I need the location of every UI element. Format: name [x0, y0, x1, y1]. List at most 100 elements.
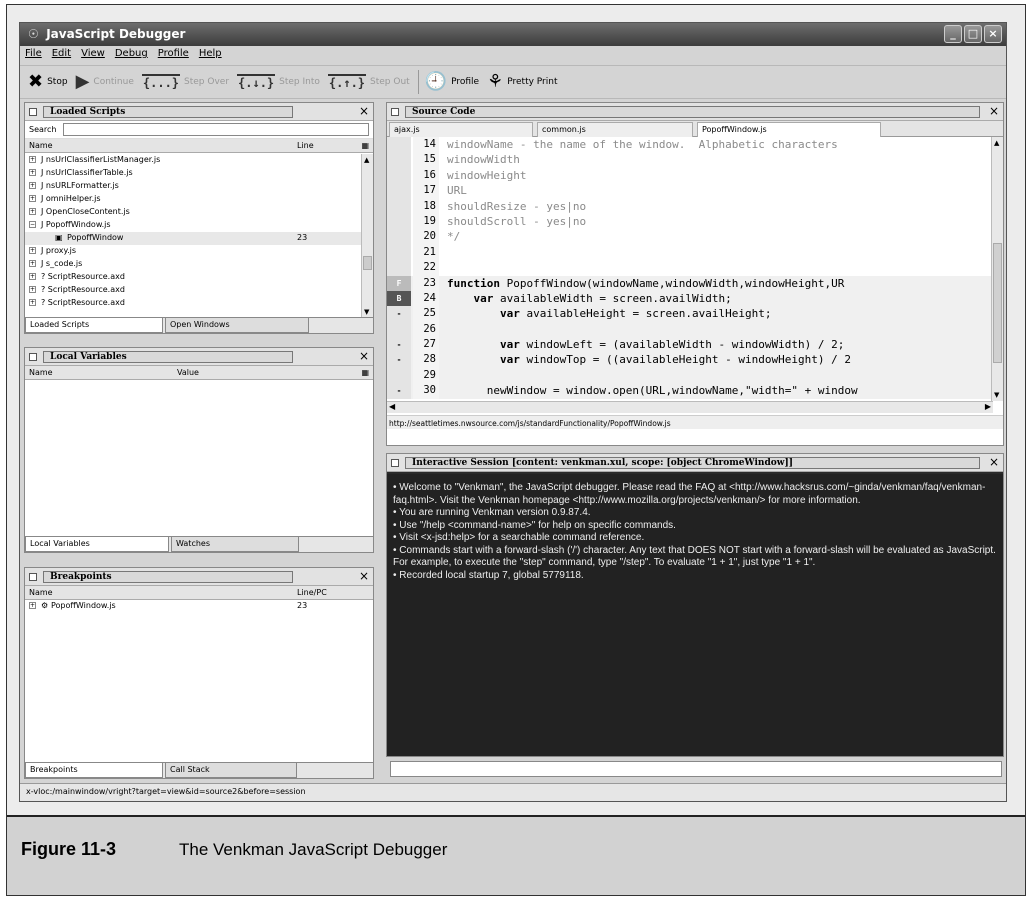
col-value[interactable]: Value: [177, 368, 199, 377]
expand-toggle[interactable]: +: [29, 273, 36, 280]
code-line[interactable]: 18 shouldResize - yes|no: [387, 198, 991, 214]
scroll-up-icon[interactable]: ▲: [994, 139, 999, 147]
gutter-marker[interactable]: [387, 167, 411, 184]
scripts-scrollbar[interactable]: ▲ ▼: [361, 154, 373, 318]
gutter-marker[interactable]: [387, 260, 411, 276]
code-line[interactable]: 20 */: [387, 229, 991, 245]
gutter-marker[interactable]: [387, 152, 411, 168]
script-row[interactable]: + ? ScriptResource.axd: [25, 271, 361, 284]
tab-loaded-scripts[interactable]: Loaded Scripts: [25, 318, 163, 333]
breakpoint-row[interactable]: + ⚙ PopoffWindow.js 23: [25, 600, 373, 613]
profile-button[interactable]: 🕘 Profile: [425, 73, 479, 91]
script-row[interactable]: + J proxy.js: [25, 245, 361, 258]
script-row[interactable]: + J s_code.js: [25, 258, 361, 271]
code-line[interactable]: 15 windowWidth: [387, 152, 991, 168]
menu-file[interactable]: File: [25, 48, 42, 62]
col-name[interactable]: Name: [29, 368, 53, 377]
menu-help[interactable]: Help: [199, 48, 222, 62]
code-line[interactable]: -27 var windowLeft = (availableWidth - w…: [387, 337, 991, 353]
expand-toggle[interactable]: +: [29, 182, 36, 189]
session-input[interactable]: [390, 761, 1002, 777]
tab-call-stack[interactable]: Call Stack: [165, 763, 297, 778]
expand-toggle[interactable]: +: [29, 286, 36, 293]
gutter-marker[interactable]: -: [387, 337, 411, 353]
menu-view[interactable]: View: [81, 48, 105, 62]
code-line[interactable]: 21: [387, 244, 991, 261]
close-icon[interactable]: ×: [989, 455, 999, 469]
panel-float-toggle[interactable]: [29, 107, 37, 116]
tab-common-js[interactable]: common.js: [537, 122, 693, 137]
close-window-button[interactable]: ×: [984, 25, 1002, 43]
scroll-thumb[interactable]: [363, 256, 372, 270]
script-row[interactable]: + J nsURLFormatter.js: [25, 180, 361, 193]
tab-open-windows[interactable]: Open Windows: [165, 318, 309, 333]
expand-toggle[interactable]: +: [29, 260, 36, 267]
column-picker-icon[interactable]: ▦: [361, 368, 369, 377]
code-view[interactable]: 14 windowName - the name of the window. A…: [387, 137, 991, 401]
code-line[interactable]: -25 var availableHeight = screen.availHe…: [387, 306, 991, 322]
code-line[interactable]: 29: [387, 367, 991, 384]
gutter-marker[interactable]: [387, 213, 411, 230]
close-icon[interactable]: ×: [359, 349, 369, 363]
scroll-thumb[interactable]: [993, 243, 1002, 363]
col-line-pc[interactable]: Line/PC: [297, 588, 327, 597]
minimize-button[interactable]: _: [944, 25, 962, 43]
code-line[interactable]: 16 windowHeight: [387, 167, 991, 184]
step-over-button[interactable]: {...} Step Over: [141, 74, 229, 90]
panel-float-toggle[interactable]: [29, 572, 37, 581]
expand-toggle[interactable]: +: [29, 156, 36, 163]
step-into-button[interactable]: {.↓.} Step Into: [237, 74, 320, 90]
tab-watches[interactable]: Watches: [171, 537, 299, 552]
scroll-down-icon[interactable]: ▼: [364, 308, 369, 316]
step-out-button[interactable]: {.↑.} Step Out: [327, 74, 410, 90]
column-picker-icon[interactable]: ▦: [361, 141, 369, 150]
script-row[interactable]: + J nsUrlClassifierTable.js: [25, 167, 361, 180]
gutter-marker[interactable]: [387, 244, 411, 261]
col-line[interactable]: Line: [297, 141, 314, 150]
code-hscrollbar[interactable]: ◀ ▶: [387, 401, 993, 413]
script-row[interactable]: ▣ PopoffWindow 23: [25, 232, 361, 245]
maximize-button[interactable]: □: [964, 25, 982, 43]
tab-popoffwindow-js[interactable]: PopoffWindow.js: [697, 122, 881, 137]
scroll-left-icon[interactable]: ◀: [389, 402, 395, 411]
code-line[interactable]: 14 windowName - the name of the window. A…: [387, 137, 991, 153]
expand-toggle[interactable]: +: [29, 169, 36, 176]
tab-ajax-js[interactable]: ajax.js: [389, 122, 533, 137]
menu-edit[interactable]: Edit: [52, 48, 71, 62]
script-row[interactable]: + J omniHelper.js: [25, 193, 361, 206]
code-line[interactable]: 22: [387, 260, 991, 276]
gutter-marker[interactable]: [387, 367, 411, 384]
col-name[interactable]: Name: [29, 141, 53, 150]
close-icon[interactable]: ×: [359, 569, 369, 583]
expand-toggle[interactable]: −: [29, 221, 36, 228]
gutter-marker[interactable]: [387, 321, 411, 338]
code-line[interactable]: F 23 function PopoffWindow(windowName,wind…: [387, 275, 991, 291]
expand-toggle[interactable]: +: [29, 602, 36, 609]
code-line[interactable]: -30 newWindow = window.open(URL,windowNa…: [387, 383, 991, 399]
breakpoint-marker[interactable]: B: [387, 290, 411, 307]
pretty-print-button[interactable]: ⚘ Pretty Print: [487, 73, 557, 91]
script-row[interactable]: + J OpenCloseContent.js: [25, 206, 361, 219]
code-vscrollbar[interactable]: ▲ ▼: [991, 137, 1003, 401]
code-line[interactable]: 17 URL: [387, 183, 991, 199]
gutter-marker[interactable]: [387, 229, 411, 245]
gutter-marker[interactable]: [387, 137, 411, 153]
code-line[interactable]: 26: [387, 321, 991, 338]
code-line[interactable]: -28 var windowTop = ((availableHeight - …: [387, 352, 991, 368]
panel-float-toggle[interactable]: [391, 107, 399, 116]
code-line[interactable]: 19 shouldScroll - yes|no: [387, 213, 991, 230]
scroll-right-icon[interactable]: ▶: [985, 402, 991, 411]
gutter-marker[interactable]: -: [387, 306, 411, 322]
expand-toggle[interactable]: +: [29, 195, 36, 202]
gutter-marker[interactable]: F: [387, 275, 411, 291]
gutter-marker[interactable]: -: [387, 383, 411, 399]
search-input[interactable]: [63, 123, 369, 136]
panel-float-toggle[interactable]: [391, 458, 399, 467]
expand-toggle[interactable]: +: [29, 208, 36, 215]
col-name[interactable]: Name: [29, 588, 53, 597]
expand-toggle[interactable]: +: [29, 299, 36, 306]
gutter-marker[interactable]: [387, 198, 411, 214]
menu-debug[interactable]: Debug: [115, 48, 148, 62]
tab-local-variables[interactable]: Local Variables: [25, 537, 169, 552]
stop-button[interactable]: ✖ Stop: [28, 73, 68, 91]
